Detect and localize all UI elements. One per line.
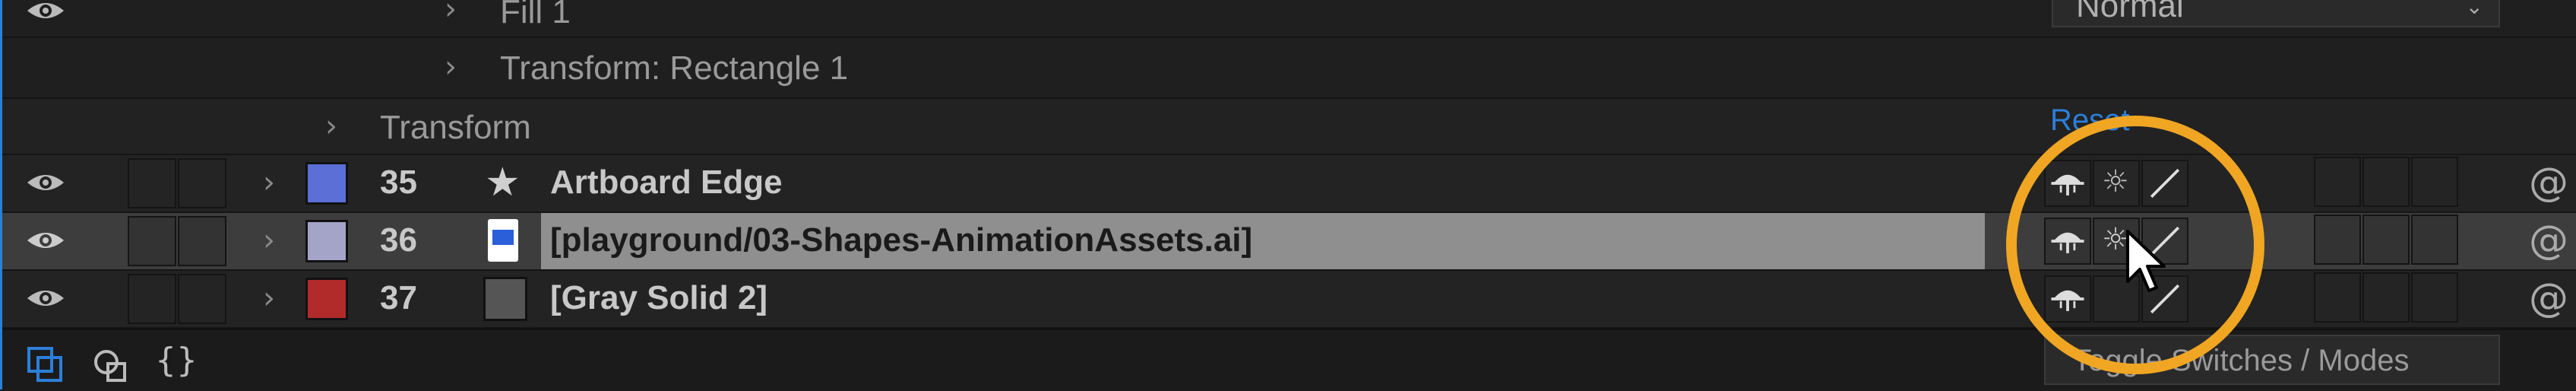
blend-mode-value: Normal [2076, 0, 2184, 24]
expand-icon[interactable]: {} [155, 341, 198, 380]
solo-switch[interactable] [128, 274, 176, 324]
layer-name[interactable]: [playground/03-Shapes-AnimationAssets.ai… [550, 224, 1252, 257]
layer-name[interactable]: Artboard Edge [550, 166, 783, 199]
blend-mode-dropdown[interactable]: Normal ⌄ [2052, 0, 2500, 27]
label-color-swatch[interactable] [305, 278, 348, 320]
eye-icon[interactable] [24, 225, 67, 256]
ai-file-icon [488, 219, 518, 262]
mouse-cursor-icon [2126, 230, 2166, 292]
eye-icon[interactable] [24, 0, 67, 26]
fill-row: › Fill 1 Normal ⌄ [0, 0, 2576, 38]
solid-icon [483, 277, 527, 321]
lock-switch[interactable] [178, 274, 226, 324]
chevron-right-icon[interactable]: › [263, 225, 275, 256]
layer-index: 36 [380, 221, 417, 259]
lock-switch[interactable] [178, 158, 226, 208]
composition-icon[interactable] [26, 345, 67, 386]
layer-index: 37 [380, 279, 417, 316]
solo-switch[interactable] [128, 216, 176, 266]
switch-cell[interactable] [2314, 272, 2361, 323]
chevron-down-icon: ⌄ [2465, 0, 2483, 19]
chevron-right-icon[interactable]: › [445, 0, 457, 24]
eye-icon[interactable] [24, 167, 67, 198]
transform-rectangle-row: › Transform: Rectangle 1 [0, 38, 2576, 99]
lock-switch[interactable] [178, 216, 226, 266]
graph-editor-icon[interactable] [91, 345, 132, 386]
chevron-right-icon[interactable]: › [263, 167, 275, 198]
chevron-right-icon[interactable]: › [325, 111, 337, 141]
star-icon: ★ [485, 160, 521, 205]
switch-cell[interactable] [2411, 215, 2458, 265]
switch-cell[interactable] [2411, 272, 2458, 323]
label-color-swatch[interactable] [305, 162, 348, 205]
transform-rectangle-label: Transform: Rectangle 1 [500, 49, 849, 87]
switch-cell[interactable] [2411, 157, 2458, 207]
switch-cell[interactable] [2362, 215, 2410, 265]
label-color-swatch[interactable] [305, 220, 348, 262]
switch-cell[interactable] [2362, 272, 2410, 323]
chevron-right-icon[interactable]: › [263, 283, 275, 313]
layer-index: 35 [380, 164, 417, 201]
transform-label: Transform [380, 109, 531, 146]
eye-icon[interactable] [24, 283, 67, 313]
layer-name[interactable]: [Gray Solid 2] [550, 281, 767, 315]
chevron-right-icon[interactable]: › [445, 52, 457, 82]
switch-cell[interactable] [2362, 157, 2410, 207]
switch-cell[interactable] [2314, 157, 2361, 207]
solo-switch[interactable] [128, 158, 176, 208]
pickwhip-icon[interactable]: @ [2529, 160, 2568, 205]
switch-cell[interactable] [2314, 215, 2361, 265]
pickwhip-icon[interactable]: @ [2529, 275, 2568, 321]
pickwhip-icon[interactable]: @ [2529, 218, 2568, 263]
panel-edge [0, 0, 2, 389]
fill-label: Fill 1 [500, 0, 571, 30]
